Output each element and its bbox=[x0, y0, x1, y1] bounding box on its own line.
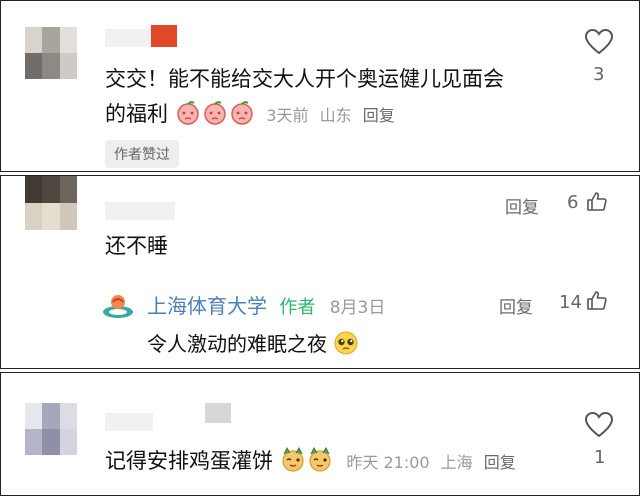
sub-reply-actions: 回复 bbox=[499, 293, 533, 318]
comment-location: 上海 bbox=[440, 453, 473, 472]
comment-time: 昨天 21:00 bbox=[346, 453, 430, 472]
peach-sad-emoji-icon bbox=[176, 101, 199, 125]
username-blurred[interactable] bbox=[105, 413, 153, 431]
comment-card-2: 回复 6 还不睡 上海体育大学 作者 8月3日 回复 14 令人激动的难眠之夜 bbox=[0, 175, 640, 369]
comment-meta: 3天前 山东 回复 bbox=[266, 106, 394, 125]
author-liked-badge: 作者赞过 bbox=[105, 140, 179, 168]
thumbs-up-icon[interactable] bbox=[586, 190, 608, 212]
comment-text-line2-row: 的福利 3天前 山东 回复 bbox=[105, 98, 395, 128]
heart-outline-icon[interactable] bbox=[584, 411, 614, 438]
comment-text-row: 记得安排鸡蛋灌饼 昨天 21:00 上海 回复 bbox=[105, 445, 516, 475]
sub-reply-text: 令人激动的难眠之夜 bbox=[147, 332, 327, 356]
like-count: 1 bbox=[594, 447, 606, 468]
peach-sad-emoji-icon bbox=[230, 101, 253, 125]
comment-time: 3天前 bbox=[266, 106, 309, 125]
comment-card-3: 记得安排鸡蛋灌饼 昨天 21:00 上海 回复 1 bbox=[0, 372, 640, 496]
like-count: 6 bbox=[567, 192, 579, 213]
username-blurred[interactable] bbox=[105, 202, 175, 220]
peach-sad-emoji-icon bbox=[203, 101, 226, 125]
comment-text-line1: 交交！能不能给交大人开个奥运健儿见面会 bbox=[105, 67, 504, 91]
sub-reply-text-row: 令人激动的难眠之夜 bbox=[147, 328, 360, 357]
avatar-blurred[interactable] bbox=[25, 176, 77, 230]
reply-button[interactable]: 回复 bbox=[505, 198, 539, 218]
username-blurred bbox=[205, 403, 231, 423]
avatar-blurred[interactable] bbox=[25, 403, 77, 455]
comment-text: 记得安排鸡蛋灌饼 bbox=[105, 449, 273, 473]
reply-button[interactable]: 回复 bbox=[484, 453, 516, 472]
like-count: 14 bbox=[559, 292, 582, 313]
sub-reply-username[interactable]: 上海体育大学 bbox=[147, 294, 267, 318]
reply-button[interactable]: 回复 bbox=[363, 106, 395, 125]
comment-text: 还不睡 bbox=[105, 234, 168, 258]
thumbs-up-icon[interactable] bbox=[586, 289, 608, 311]
comment-actions: 回复 bbox=[505, 193, 539, 218]
username-blurred[interactable] bbox=[105, 29, 153, 47]
reply-button[interactable]: 回复 bbox=[499, 298, 533, 318]
dog-wink-emoji-icon bbox=[282, 446, 304, 472]
comment-meta: 昨天 21:00 上海 回复 bbox=[346, 453, 515, 472]
username-blurred-red bbox=[151, 25, 177, 47]
heart-outline-icon[interactable] bbox=[584, 28, 614, 55]
avatar-blurred[interactable] bbox=[25, 27, 77, 79]
author-tag: 作者 bbox=[279, 297, 316, 318]
dog-wink-emoji-icon bbox=[309, 446, 331, 472]
comment-text: 交交！能不能给交大人开个奥运健儿见面会 bbox=[105, 63, 504, 93]
sub-reply-header: 上海体育大学 作者 8月3日 bbox=[147, 290, 385, 319]
comment-text-line2: 的福利 bbox=[105, 102, 168, 126]
like-count: 3 bbox=[593, 64, 605, 85]
pleading-face-emoji-icon bbox=[334, 331, 358, 355]
sub-reply-date: 8月3日 bbox=[329, 298, 386, 318]
shanghai-sport-university-logo-icon[interactable] bbox=[101, 292, 135, 320]
comment-location: 山东 bbox=[319, 106, 352, 125]
comment-card-1: 交交！能不能给交大人开个奥运健儿见面会 的福利 3天前 山东 回复 作者赞过 3 bbox=[0, 0, 640, 172]
